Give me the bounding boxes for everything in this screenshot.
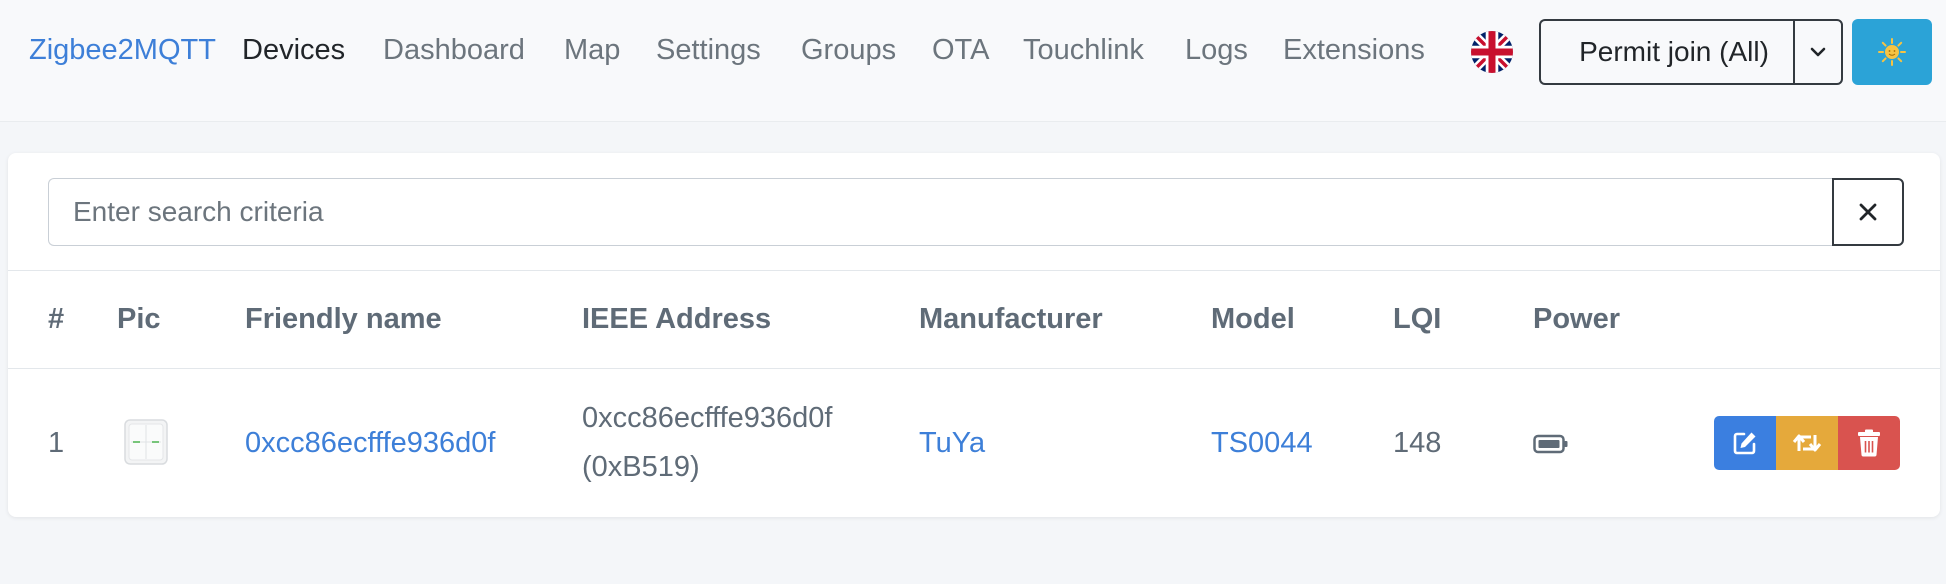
nav-devices[interactable]: Devices <box>242 34 345 67</box>
lqi-value: 148 <box>1393 427 1442 459</box>
search-group <box>48 178 1904 246</box>
divider <box>8 368 1940 369</box>
edit-device-button[interactable] <box>1714 416 1776 470</box>
divider <box>8 270 1940 271</box>
column-header-index[interactable]: # <box>48 303 64 336</box>
remove-device-button[interactable] <box>1838 416 1900 470</box>
devices-card: # Pic Friendly name IEEE Address Manufac… <box>8 153 1940 517</box>
retweet-icon <box>1792 434 1822 452</box>
row-index: 1 <box>48 427 65 459</box>
model-link[interactable]: TS0044 <box>1211 427 1313 460</box>
brand-link[interactable]: Zigbee2MQTT <box>29 34 216 67</box>
nav-dashboard[interactable]: Dashboard <box>383 34 525 67</box>
permit-join-dropdown-toggle[interactable] <box>1793 19 1843 85</box>
search-input[interactable] <box>48 178 1832 246</box>
column-header-model[interactable]: Model <box>1211 303 1295 336</box>
trash-icon <box>1858 429 1880 457</box>
nav-settings[interactable]: Settings <box>656 34 761 67</box>
nav-groups[interactable]: Groups <box>801 34 896 67</box>
column-header-power[interactable]: Power <box>1533 303 1620 336</box>
device-image <box>121 417 171 467</box>
permit-join-button[interactable]: Permit join (All) <box>1539 19 1807 85</box>
nav-ota[interactable]: OTA <box>932 34 989 67</box>
top-navbar: Zigbee2MQTT Devices Dashboard Map Settin… <box>0 0 1946 122</box>
theme-toggle-button[interactable] <box>1852 19 1932 85</box>
column-header-pic: Pic <box>117 303 161 335</box>
sun-icon <box>1878 38 1906 66</box>
uk-flag-icon[interactable] <box>1471 31 1513 73</box>
ieee-address: 0xcc86ecfffe936d0f <box>582 402 833 434</box>
manufacturer-link[interactable]: TuYa <box>919 427 985 460</box>
clear-search-button[interactable] <box>1832 178 1904 246</box>
column-header-lqi[interactable]: LQI <box>1393 303 1441 336</box>
rename-device-button[interactable] <box>1776 416 1838 470</box>
nav-touchlink[interactable]: Touchlink <box>1023 34 1144 67</box>
chevron-down-icon <box>1810 47 1826 57</box>
column-header-ieee-address[interactable]: IEEE Address <box>582 303 771 336</box>
column-header-manufacturer[interactable]: Manufacturer <box>919 303 1103 336</box>
friendly-name-link[interactable]: 0xcc86ecfffe936d0f <box>245 427 495 460</box>
edit-icon <box>1733 432 1756 455</box>
nav-extensions[interactable]: Extensions <box>1283 34 1425 67</box>
network-address: (0xB519) <box>582 451 700 483</box>
column-header-friendly-name[interactable]: Friendly name <box>245 303 442 336</box>
nav-logs[interactable]: Logs <box>1185 34 1248 67</box>
close-icon <box>1859 203 1877 221</box>
nav-map[interactable]: Map <box>564 34 620 67</box>
battery-icon <box>1533 434 1568 454</box>
